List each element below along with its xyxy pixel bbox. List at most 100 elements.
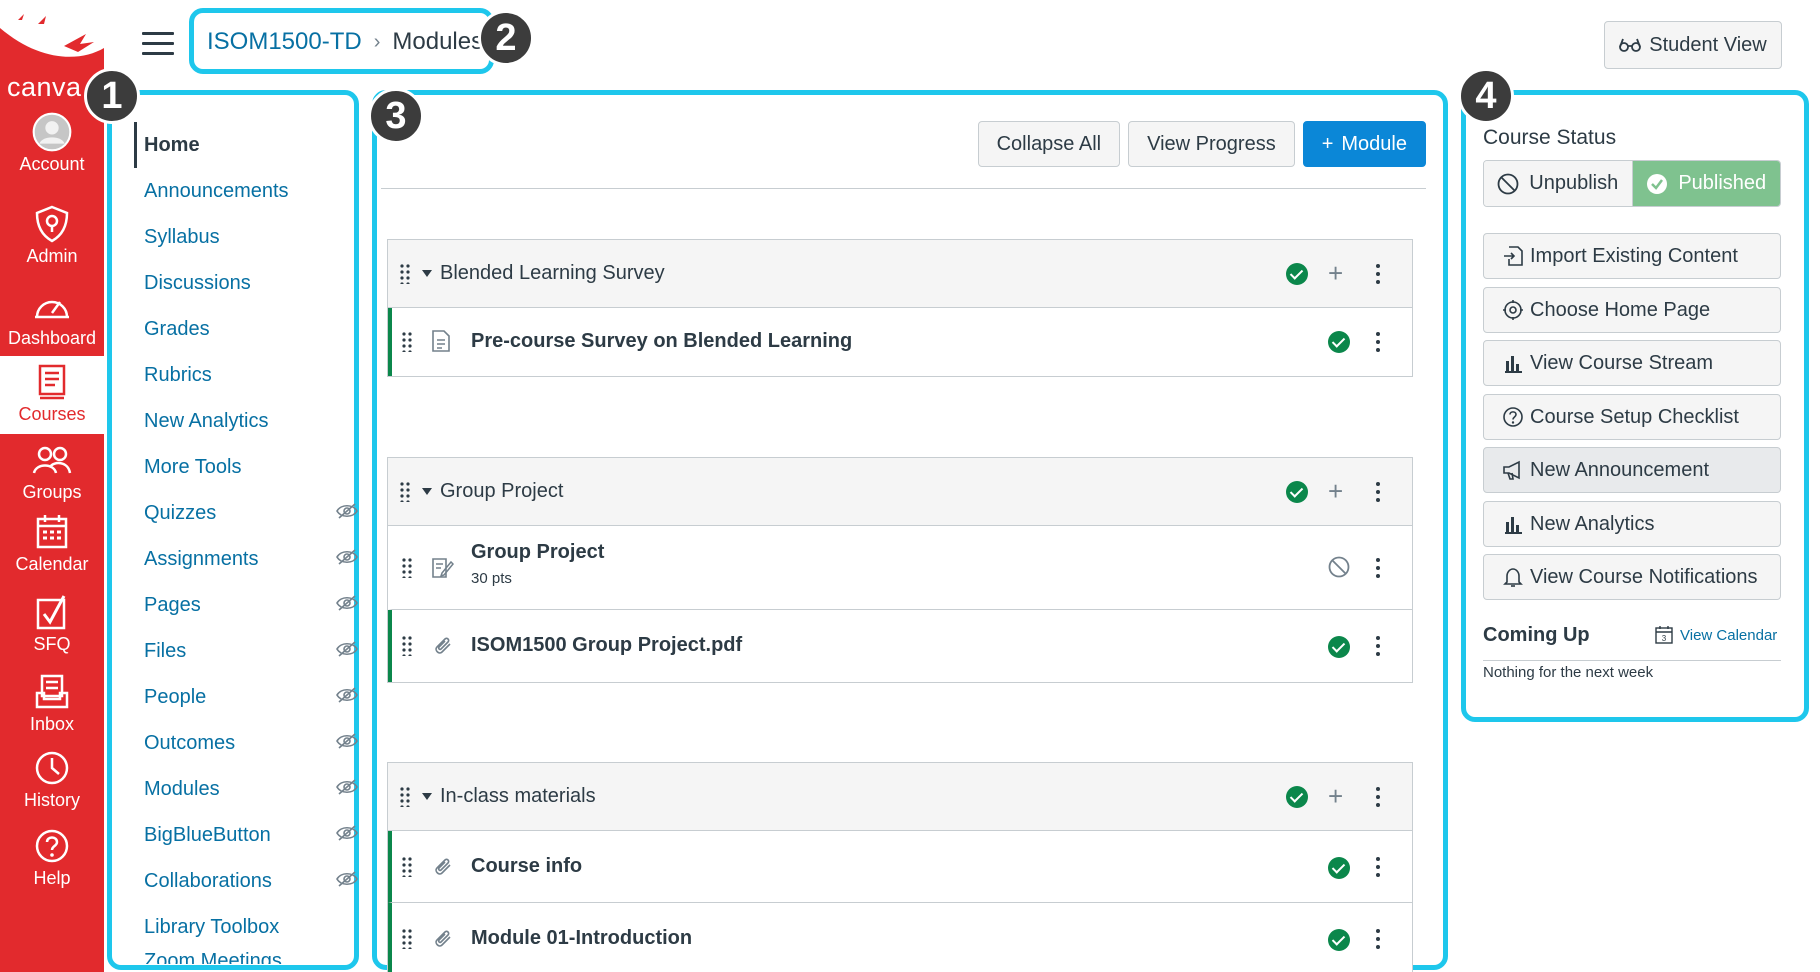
published-check-icon[interactable] [1286,786,1308,808]
kebab-menu-icon[interactable] [1376,482,1380,502]
course-nav-people[interactable]: People [134,674,358,720]
course-nav-new-analytics[interactable]: New Analytics [134,398,344,444]
nav-label: Calendar [15,554,89,574]
module-item[interactable]: Module 01-Introduction [388,903,1412,972]
avatar-icon [32,112,72,152]
module-item-title[interactable]: Group Project [471,541,604,564]
module-header[interactable]: Group Project + [388,458,1412,526]
global-nav-inbox[interactable]: Inbox [0,672,104,748]
global-nav-help[interactable]: Help [0,826,104,904]
choose-home-page-button[interactable]: Choose Home Page [1483,287,1781,333]
new-analytics-button[interactable]: New Analytics [1483,501,1781,547]
drag-handle-icon[interactable] [402,929,412,949]
course-nav-more-tools[interactable]: More Tools [134,444,344,490]
course-nav-library-toolbox[interactable]: Library Toolbox [134,904,344,950]
course-nav-announcements[interactable]: Announcements [134,168,344,214]
collapse-all-button[interactable]: Collapse All [977,121,1121,167]
course-nav-pages[interactable]: Pages [134,582,358,628]
kebab-menu-icon[interactable] [1376,332,1380,352]
course-nav-quizzes[interactable]: Quizzes [134,490,358,536]
drag-handle-icon[interactable] [400,787,410,807]
hidden-eye-icon [336,503,358,519]
course-nav-rubrics[interactable]: Rubrics [134,352,344,398]
add-module-button[interactable]: + Module [1302,121,1426,167]
published-check-icon[interactable] [1286,263,1308,285]
course-nav-home[interactable]: Home [134,122,344,168]
course-nav-label: Collaborations [144,869,272,892]
drag-handle-icon[interactable] [400,482,410,502]
global-nav-courses[interactable]: Courses [0,356,104,434]
view-course-notifications-button[interactable]: View Course Notifications [1483,554,1781,600]
drag-handle-icon[interactable] [402,636,412,656]
kebab-menu-icon[interactable] [1376,857,1380,877]
module-item-title[interactable]: Course info [471,855,582,878]
unpublish-button[interactable]: Unpublish [1484,161,1632,206]
global-nav-sfq[interactable]: SFQ [0,592,104,668]
module-item-points: 30 pts [471,570,512,587]
course-nav-outcomes[interactable]: Outcomes [134,720,358,766]
add-item-plus-icon[interactable]: + [1328,260,1343,286]
course-nav-zoom-meetings[interactable]: Zoom Meetings [134,950,344,964]
course-nav-grades[interactable]: Grades [134,306,344,352]
drag-handle-icon[interactable] [402,332,412,352]
course-nav-collaborations[interactable]: Collaborations [134,858,358,904]
module-header[interactable]: Blended Learning Survey + [388,240,1412,308]
drag-handle-icon[interactable] [402,558,412,578]
course-nav-bigbluebutton[interactable]: BigBlueButton [134,812,358,858]
published-check-icon[interactable] [1328,857,1350,879]
collapse-caret-icon[interactable] [422,793,432,800]
drag-handle-icon[interactable] [400,264,410,284]
module-item-title[interactable]: ISOM1500 Group Project.pdf [471,634,742,657]
student-view-button[interactable]: Student View [1604,21,1782,69]
module-item[interactable]: Pre-course Survey on Blended Learning [388,308,1412,376]
module-item[interactable]: Group Project 30 pts [388,526,1412,610]
import-existing-content-button[interactable]: Import Existing Content [1483,233,1781,279]
nav-label: Admin [26,246,78,266]
course-nav-syllabus[interactable]: Syllabus [134,214,344,260]
course-nav-assignments[interactable]: Assignments [134,536,358,582]
global-nav-groups[interactable]: Groups [0,440,104,510]
course-setup-checklist-button[interactable]: Course Setup Checklist [1483,394,1781,440]
hamburger-menu-icon[interactable] [142,32,174,56]
global-nav-admin[interactable]: Admin [0,204,104,276]
collapse-caret-icon[interactable] [422,488,432,495]
bar-chart-icon [1505,517,1522,534]
published-check-icon[interactable] [1328,929,1350,951]
module-item[interactable]: ISOM1500 Group Project.pdf [388,610,1412,682]
published-check-icon[interactable] [1328,331,1350,353]
course-nav-files[interactable]: Files [134,628,358,674]
global-nav-calendar[interactable]: Calendar [0,512,104,590]
kebab-menu-icon[interactable] [1376,264,1380,284]
course-nav-discussions[interactable]: Discussions [134,260,344,306]
nav-label: Dashboard [7,328,97,348]
kebab-menu-icon[interactable] [1376,787,1380,807]
kebab-menu-icon[interactable] [1376,929,1380,949]
kebab-menu-icon[interactable] [1376,558,1380,578]
module-item-title[interactable]: Pre-course Survey on Blended Learning [471,330,852,353]
published-check-icon[interactable] [1328,636,1350,658]
global-nav-dashboard[interactable]: Dashboard [0,286,104,352]
view-calendar-link[interactable]: 3 View Calendar [1654,625,1777,645]
view-progress-button[interactable]: View Progress [1128,121,1295,167]
module-item-title[interactable]: Module 01-Introduction [471,927,692,950]
add-item-plus-icon[interactable]: + [1328,783,1343,809]
module-blended-learning-survey: Blended Learning Survey + Pre-course Sur… [387,239,1413,377]
view-course-stream-button[interactable]: View Course Stream [1483,340,1781,386]
kebab-menu-icon[interactable] [1376,636,1380,656]
module-item[interactable]: Course info [388,831,1412,903]
nav-label: Groups [22,482,82,502]
plus-icon: + [1321,132,1334,155]
collapse-caret-icon[interactable] [422,270,432,277]
module-header[interactable]: In-class materials + [388,763,1412,831]
unpublished-icon[interactable] [1328,556,1350,578]
global-nav-history[interactable]: History [0,748,104,826]
new-announcement-button[interactable]: New Announcement [1483,447,1781,493]
course-nav-modules[interactable]: Modules [134,766,358,812]
drag-handle-icon[interactable] [402,857,412,877]
published-button[interactable]: Published [1631,161,1780,206]
published-check-icon[interactable] [1286,481,1308,503]
add-item-plus-icon[interactable]: + [1328,478,1343,504]
publish-toggle: Unpublish Published [1483,160,1781,207]
course-nav-label: Pages [144,593,201,616]
global-nav-account[interactable]: Account [0,112,104,190]
